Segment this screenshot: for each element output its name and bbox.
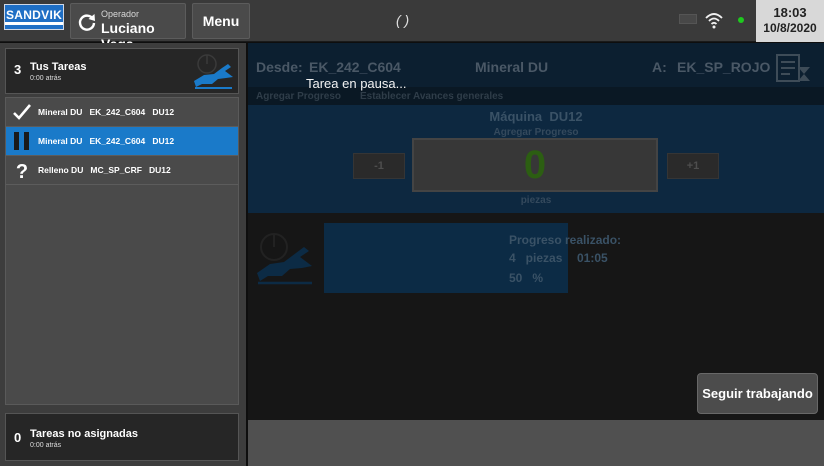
operator-button[interactable]: Operador Luciano Vega xyxy=(70,3,186,52)
to-label: A: xyxy=(652,59,667,75)
machine-value: DU12 xyxy=(549,109,583,124)
battery-icon xyxy=(679,14,697,24)
task-item-completed[interactable]: Mineral DU EK_242_C604 DU12 xyxy=(6,98,238,127)
hourglass-list-icon[interactable] xyxy=(776,53,812,83)
pause-icon xyxy=(14,132,29,150)
status-dot xyxy=(738,17,744,23)
increment-button[interactable]: +1 xyxy=(667,153,719,179)
from-label: Desde: xyxy=(256,59,303,75)
task-label: Mineral DU EK_242_C604 DU12 xyxy=(38,136,175,146)
top-bar: SANDVIK Operador Luciano Vega Menu ( ) 1… xyxy=(0,0,824,52)
connection-status: ( ) xyxy=(396,12,410,28)
unassigned-tasks-header[interactable]: 0 Tareas no asignadas 0:00 atrás xyxy=(5,413,239,461)
my-tasks-header[interactable]: 3 Tus Tareas 0:00 atrás xyxy=(5,48,239,94)
machine-progress-section: Máquina DU12 Agregar Progreso -1 0 +1 pi… xyxy=(248,105,824,213)
task-item-paused[interactable]: Mineral DU EK_242_C604 DU12 xyxy=(6,127,238,156)
continue-working-button[interactable]: Seguir trabajando xyxy=(697,373,818,414)
task-list: Mineral DU EK_242_C604 DU12 Mineral DU E… xyxy=(5,97,239,405)
sandvik-logo: SANDVIK xyxy=(4,4,64,30)
clock-time: 18:03 xyxy=(773,5,807,20)
check-icon xyxy=(13,104,31,120)
refresh-icon xyxy=(78,14,96,31)
task-item-pending[interactable]: ? Relleno DU MC_SP_CRF DU12 xyxy=(6,156,238,185)
task-label: Mineral DU EK_242_C604 DU12 xyxy=(38,107,175,117)
tab-add-progress[interactable]: Agregar Progreso xyxy=(256,91,341,102)
wifi-icon xyxy=(705,13,723,29)
to-value: EK_SP_ROJO xyxy=(677,59,771,75)
add-progress-label: Agregar Progreso xyxy=(493,127,579,138)
progress-title: Progreso realizado: xyxy=(509,233,622,247)
svg-text:?: ? xyxy=(16,161,28,180)
question-icon: ? xyxy=(16,161,28,180)
my-tasks-title: Tus Tareas xyxy=(30,61,87,73)
decrement-button[interactable]: -1 xyxy=(353,153,405,179)
my-tasks-subtitle: 0:00 atrás xyxy=(30,75,62,82)
runner-icon xyxy=(257,233,312,285)
unassigned-subtitle: 0:00 atrás xyxy=(30,442,62,449)
from-value: EK_242_C604 xyxy=(309,59,401,75)
logo-text: SANDVIK xyxy=(5,8,63,22)
machine-label: Máquina xyxy=(489,109,543,124)
pause-message: Tarea en pausa... xyxy=(306,76,407,91)
progress-pieces: 4 piezas xyxy=(509,251,563,265)
task-label: Relleno DU MC_SP_CRF DU12 xyxy=(38,165,171,175)
counter-value: 0 xyxy=(523,143,547,187)
bottom-bar xyxy=(248,420,824,466)
progress-time: 01:05 xyxy=(577,251,608,265)
progress-percent: 50 % xyxy=(509,271,544,285)
clock-date: 10/8/2020 xyxy=(763,21,817,35)
task-sidebar: 3 Tus Tareas 0:00 atrás Mineral DU EK_24… xyxy=(0,43,246,466)
tab-general-progress[interactable]: Establecer Avances generales xyxy=(360,91,503,102)
menu-button[interactable]: Menu xyxy=(192,3,250,39)
clock: 18:03 10/8/2020 xyxy=(756,0,824,42)
counter-box: 0 xyxy=(412,138,658,192)
my-tasks-count: 3 xyxy=(14,62,22,77)
runner-icon xyxy=(194,54,233,89)
material-value: Mineral DU xyxy=(475,59,549,75)
logo-stripe xyxy=(5,22,63,25)
machine-title: Máquina DU12 xyxy=(248,109,824,124)
operator-label: Operador xyxy=(101,9,140,19)
pieces-label: piezas xyxy=(520,195,552,206)
unassigned-count: 0 xyxy=(14,430,22,445)
unassigned-title: Tareas no asignadas xyxy=(30,428,139,440)
